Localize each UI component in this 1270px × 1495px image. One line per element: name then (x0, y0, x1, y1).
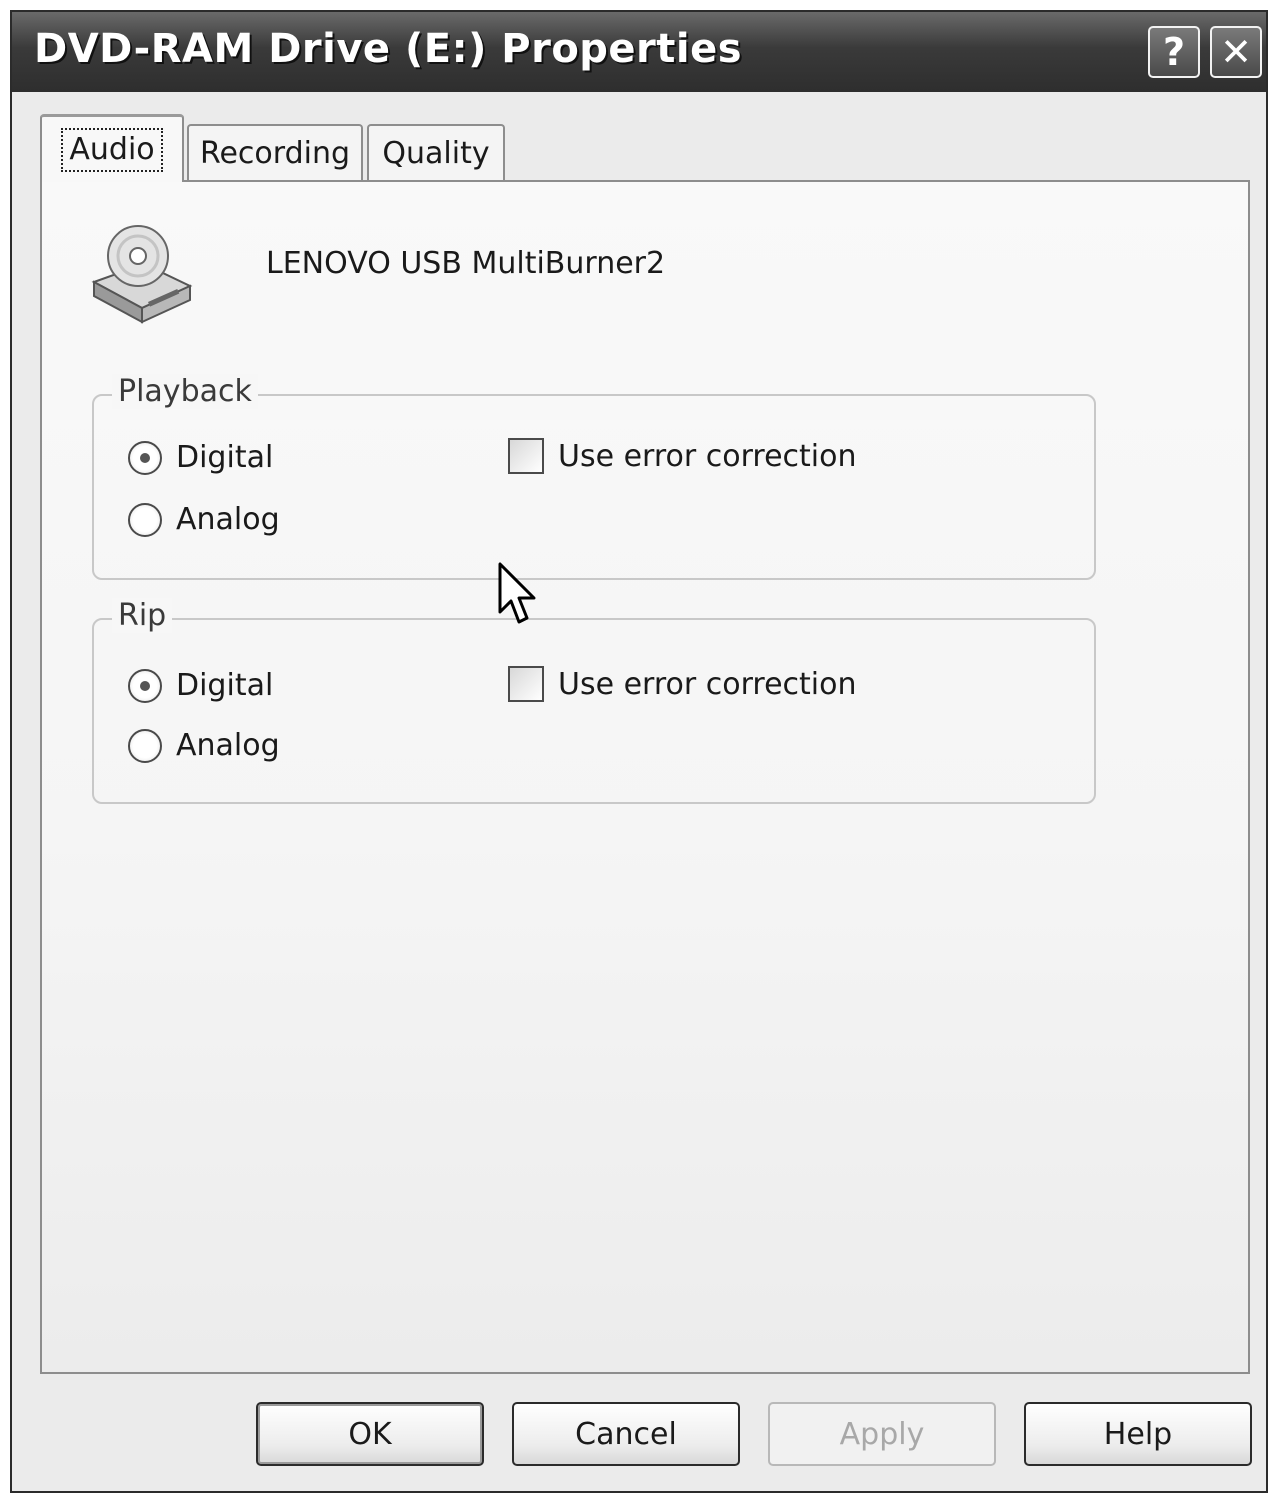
properties-dialog: DVD-RAM Drive (E:) Properties ? ✕ Audio … (10, 10, 1268, 1493)
playback-analog-label: Analog (176, 502, 280, 537)
rip-group: Rip Digital Analog Use error correction (92, 598, 1096, 804)
help-button[interactable]: Help (1024, 1402, 1252, 1466)
rip-digital-label: Digital (176, 668, 274, 703)
mouse-pointer-icon (498, 562, 536, 624)
cd-drive-icon (91, 225, 193, 324)
playback-group: Playback Digital Analog Use error correc… (92, 374, 1096, 580)
rip-analog-radio[interactable] (128, 728, 162, 763)
playback-analog-option[interactable]: Analog (128, 502, 280, 537)
tab-audio[interactable]: Audio (40, 114, 184, 182)
playback-digital-radio[interactable] (128, 440, 162, 475)
tab-quality-label: Quality (382, 135, 490, 171)
device-name: LENOVO USB MultiBurner2 (266, 246, 666, 281)
tab-audio-label: Audio (61, 127, 163, 172)
playback-group-label: Playback (112, 374, 258, 409)
cancel-button[interactable]: Cancel (512, 1402, 740, 1466)
playback-analog-radio[interactable] (128, 502, 162, 537)
rip-analog-option[interactable]: Analog (128, 728, 280, 763)
playback-digital-label: Digital (176, 440, 274, 475)
dialog-button-row: OK Cancel Apply Help (12, 1402, 1266, 1472)
rip-analog-label: Analog (176, 728, 280, 763)
audio-tab-panel: LENOVO USB MultiBurner2 Playback Digital… (40, 180, 1250, 1374)
tab-recording[interactable]: Recording (187, 124, 363, 180)
apply-button[interactable]: Apply (768, 1402, 996, 1466)
rip-error-correction-option[interactable]: Use error correction (508, 666, 857, 702)
title-bar[interactable]: DVD-RAM Drive (E:) Properties ? ✕ (12, 12, 1266, 92)
help-question-icon[interactable]: ? (1148, 26, 1200, 78)
close-icon[interactable]: ✕ (1210, 26, 1262, 78)
rip-digital-radio[interactable] (128, 668, 162, 703)
rip-error-correction-label: Use error correction (558, 666, 857, 702)
tab-recording-label: Recording (199, 135, 351, 171)
playback-error-correction-label: Use error correction (558, 438, 857, 474)
playback-digital-option[interactable]: Digital (128, 440, 273, 475)
playback-error-correction-option[interactable]: Use error correction (508, 438, 857, 474)
playback-error-correction-checkbox[interactable] (508, 438, 544, 474)
rip-digital-option[interactable]: Digital (128, 668, 273, 703)
window-title: DVD-RAM Drive (E:) Properties (34, 26, 743, 72)
tab-quality[interactable]: Quality (367, 124, 505, 180)
ok-button[interactable]: OK (256, 1402, 484, 1466)
rip-error-correction-checkbox[interactable] (508, 666, 544, 702)
rip-group-label: Rip (112, 598, 173, 633)
